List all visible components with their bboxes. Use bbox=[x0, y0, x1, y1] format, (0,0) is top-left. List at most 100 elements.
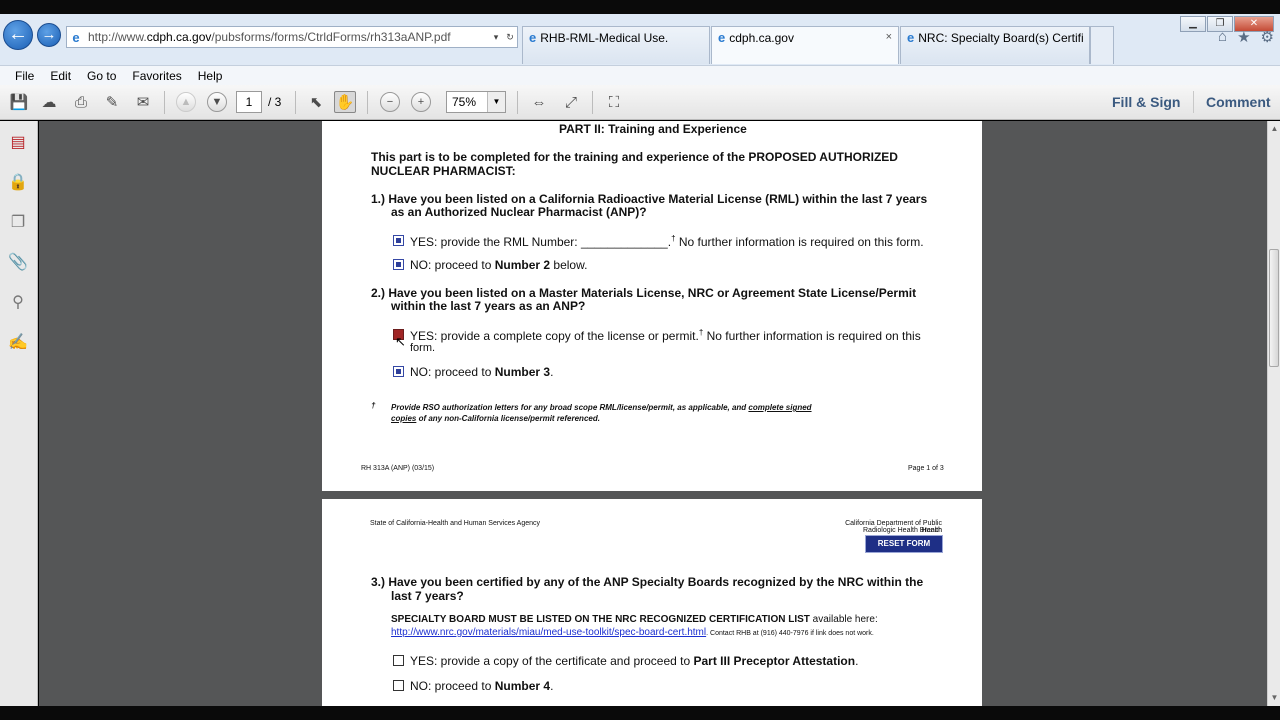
scroll-down-icon[interactable]: ▼ bbox=[1270, 693, 1279, 702]
zoom-out-icon[interactable]: − bbox=[380, 92, 400, 112]
q2-yes-label-line-2: form. bbox=[410, 342, 436, 354]
fill-sign-button[interactable]: Fill & Sign bbox=[1112, 94, 1180, 110]
toolbar-divider bbox=[517, 91, 518, 114]
menu-goto[interactable]: Go to bbox=[87, 69, 116, 83]
save-icon[interactable]: 💾 bbox=[8, 91, 30, 113]
chevron-down-icon[interactable]: ▼ bbox=[487, 92, 505, 112]
ie-logo-icon: e bbox=[529, 30, 537, 45]
q3-yes-checkbox[interactable] bbox=[393, 655, 404, 666]
page-total: / 3 bbox=[268, 95, 282, 109]
toolbar-divider bbox=[164, 91, 165, 114]
screen-top-border bbox=[0, 0, 1280, 14]
email-icon[interactable]: ✉ bbox=[132, 91, 154, 113]
footnote-line-1: Provide RSO authorization letters for an… bbox=[391, 403, 812, 412]
agency-right-line-2: Radiologic Health Branch bbox=[863, 527, 942, 534]
agency-left: State of California-Health and Human Ser… bbox=[370, 520, 541, 527]
tab-label: RHB-RML-Medical Use. bbox=[540, 31, 669, 45]
question-1-line-1: 1.) Have you been listed on a California… bbox=[371, 192, 928, 206]
next-page-icon[interactable]: ▼ bbox=[207, 92, 227, 112]
question-3-line-2: last 7 years? bbox=[391, 589, 464, 603]
print-icon[interactable]: ⎙ bbox=[70, 91, 92, 113]
scroll-up-icon[interactable]: ▲ bbox=[1270, 124, 1279, 133]
edit-icon[interactable]: ✎ bbox=[101, 91, 123, 113]
back-button[interactable]: ← bbox=[3, 20, 33, 50]
menu-help[interactable]: Help bbox=[198, 69, 223, 83]
previous-page-icon[interactable]: ▲ bbox=[176, 92, 196, 112]
footnote-line-2: copies of any non-California license/per… bbox=[391, 414, 600, 423]
toolbar-divider bbox=[367, 91, 368, 114]
ie-logo-icon: e bbox=[907, 30, 915, 45]
nrc-link[interactable]: http://www.nrc.gov/materials/miau/med-us… bbox=[391, 627, 706, 638]
q2-yes-label: YES: provide a complete copy of the lice… bbox=[410, 328, 921, 343]
form-number-footer: RH 313A (ANP) (03/15) bbox=[361, 465, 435, 472]
full-screen-icon[interactable]: ⛶ bbox=[603, 91, 625, 113]
reset-form-button[interactable]: RESET FORM bbox=[865, 535, 943, 553]
vertical-scrollbar[interactable]: ▲ ▼ bbox=[1267, 121, 1280, 706]
ie-logo-icon: e bbox=[718, 30, 726, 45]
tab-label: NRC: Specialty Board(s) Certifi... bbox=[918, 31, 1083, 45]
favorites-star-icon[interactable]: ★ bbox=[1237, 28, 1250, 46]
address-url[interactable]: http://www.cdph.ca.gov/pubsforms/forms/C… bbox=[85, 30, 489, 44]
q2-no-checkbox[interactable] bbox=[393, 366, 404, 377]
page-number-footer: Page 1 of 3 bbox=[908, 465, 944, 472]
scrollbar-thumb[interactable] bbox=[1269, 249, 1279, 367]
zoom-value: 75% bbox=[452, 95, 477, 109]
page-thumbnails-icon[interactable]: ❐ bbox=[7, 211, 29, 233]
q3-no-checkbox[interactable] bbox=[393, 680, 404, 691]
question-3-line-1: 3.) Have you been certified by any of th… bbox=[371, 575, 924, 589]
q1-no-checkbox[interactable] bbox=[393, 259, 404, 270]
pdf-page-1: PART II: Training and Experience This pa… bbox=[322, 121, 982, 491]
tab-close-icon[interactable]: × bbox=[886, 31, 892, 43]
q3-yes-label: YES: provide a copy of the certificate a… bbox=[410, 654, 859, 668]
pdf-toolbar: 💾 ☁ ⎙ ✎ ✉ ▲ ▼ ⬉ ✋ − + ⇔ ⤢ ⛶ bbox=[0, 85, 1280, 120]
fit-width-icon[interactable]: ⇔ bbox=[528, 91, 550, 113]
binoculars-icon[interactable]: ⚲ bbox=[7, 291, 29, 313]
intro-line-2: NUCLEAR PHARMACIST: bbox=[371, 164, 516, 178]
question-2-line-1: 2.) Have you been listed on a Master Mat… bbox=[371, 286, 917, 300]
question-2-line-2: within the last 7 years as an ANP? bbox=[391, 299, 586, 313]
specialty-board-note: SPECIALTY BOARD MUST BE LISTED ON THE NR… bbox=[391, 614, 878, 625]
pointer-cursor-icon: ↖ bbox=[395, 334, 406, 349]
tab-rhb-rml[interactable]: e RHB-RML-Medical Use. bbox=[522, 26, 710, 64]
attachment-icon[interactable]: 📎 bbox=[7, 251, 29, 273]
menu-favorites[interactable]: Favorites bbox=[132, 69, 181, 83]
refresh-icon[interactable]: ↻ bbox=[503, 32, 517, 43]
tab-cdph[interactable]: e cdph.ca.gov × bbox=[711, 26, 899, 64]
toolbar-divider bbox=[295, 91, 296, 114]
menu-edit[interactable]: Edit bbox=[50, 69, 71, 83]
footnote-mark: † bbox=[371, 401, 376, 410]
signature-icon[interactable]: ✍ bbox=[7, 331, 29, 353]
home-icon[interactable]: ⌂ bbox=[1218, 28, 1227, 46]
tools-gear-icon[interactable]: ⚙ bbox=[1261, 28, 1274, 46]
q1-yes-checkbox[interactable] bbox=[393, 235, 404, 246]
q1-no-label: NO: proceed to Number 2 below. bbox=[410, 258, 588, 272]
arrow-right-icon: → bbox=[41, 26, 57, 43]
comment-button[interactable]: Comment bbox=[1206, 94, 1271, 110]
zoom-in-icon[interactable]: + bbox=[411, 92, 431, 112]
intro-line-1: This part is to be completed for the tra… bbox=[371, 150, 898, 164]
tab-label: cdph.ca.gov bbox=[729, 31, 794, 45]
toolbar-divider bbox=[592, 91, 593, 114]
pdf-document-view[interactable]: PART II: Training and Experience This pa… bbox=[39, 121, 1267, 706]
lock-icon[interactable]: 🔒 bbox=[7, 171, 29, 193]
menu-file[interactable]: File bbox=[15, 69, 34, 83]
search-dropdown-icon[interactable]: ▾ bbox=[489, 32, 503, 43]
address-bar[interactable]: e http://www.cdph.ca.gov/pubsforms/forms… bbox=[66, 26, 518, 48]
tab-nrc[interactable]: e NRC: Specialty Board(s) Certifi... bbox=[900, 26, 1090, 64]
q2-no-label: NO: proceed to Number 3. bbox=[410, 365, 554, 379]
forward-button[interactable]: → bbox=[37, 23, 61, 47]
pdf-portfolio-icon[interactable]: ▤ bbox=[7, 131, 29, 153]
q3-no-label: NO: proceed to Number 4. bbox=[410, 679, 554, 693]
arrow-left-icon: ← bbox=[8, 23, 28, 45]
fit-page-icon[interactable]: ⤢ bbox=[560, 91, 582, 113]
q1-yes-label: YES: provide the RML Number: ___________… bbox=[410, 234, 924, 249]
toolbar-divider bbox=[1193, 91, 1194, 113]
page-number-input[interactable]: 1 bbox=[236, 91, 262, 113]
minimize-button[interactable]: ▁ bbox=[1180, 16, 1206, 32]
screen-bottom-border bbox=[0, 706, 1280, 720]
zoom-select[interactable]: 75% ▼ bbox=[446, 91, 506, 113]
hand-tool-icon[interactable]: ✋ bbox=[334, 91, 356, 113]
cloud-upload-icon[interactable]: ☁ bbox=[38, 91, 60, 113]
new-tab-button[interactable] bbox=[1090, 26, 1114, 64]
select-cursor-icon[interactable]: ⬉ bbox=[305, 91, 327, 113]
